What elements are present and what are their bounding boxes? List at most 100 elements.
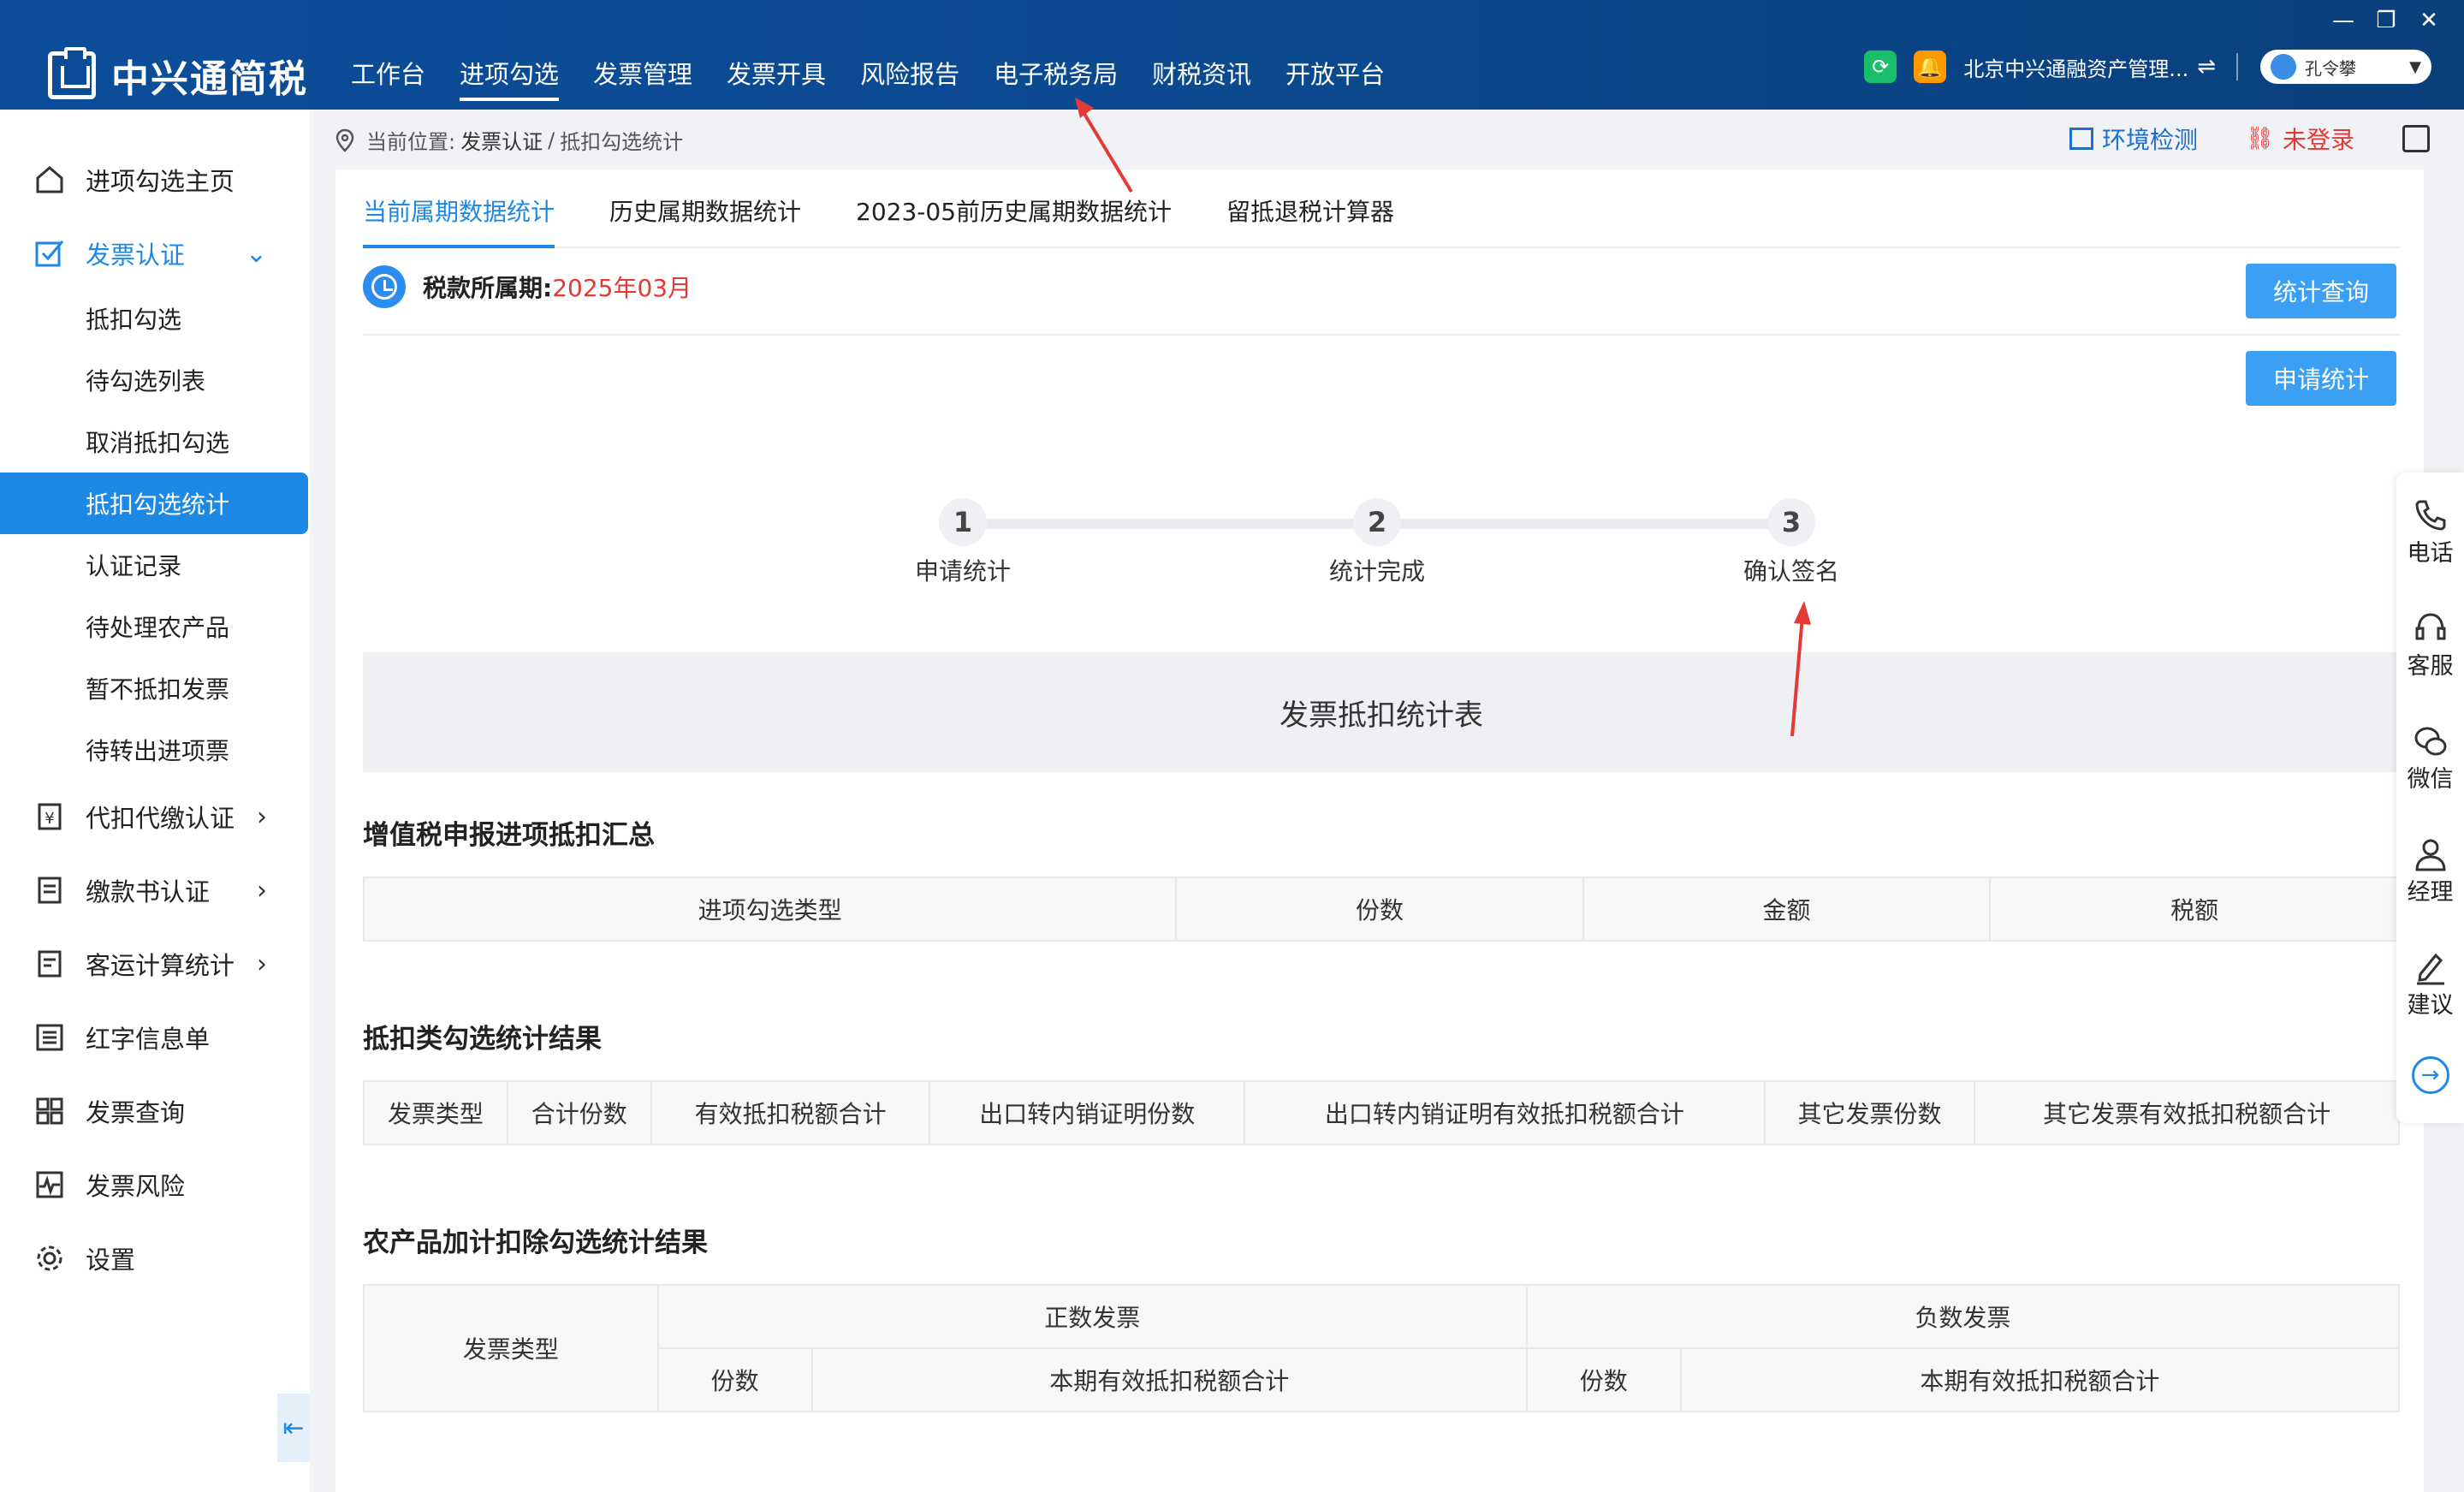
col-header: 有效抵扣税额合计 [650,1080,931,1145]
sidebar-sub-deduct-stats[interactable]: 抵扣勾选统计 [0,473,308,534]
manager-button[interactable]: 经理 [2396,835,2464,906]
chevron-right-icon: › [257,801,267,832]
col-header-negative: 负数发票 [1525,1284,2401,1349]
minimize-button[interactable]: — [2322,5,2365,36]
sidebar-item-label: 发票认证 [86,241,186,270]
clock-icon [363,265,406,308]
apply-stats-button[interactable]: 申请统计 [2246,351,2396,406]
login-status-button[interactable]: ⛓ 未登录 [2246,122,2354,156]
step-connector [971,519,1385,529]
nav-workbench[interactable]: 工作台 [351,55,425,101]
bell-icon[interactable]: 🔔 [1914,51,1947,83]
breadcrumb-link[interactable]: 发票认证 [460,125,543,155]
wechat-label: 微信 [2407,766,2454,793]
stats-query-button[interactable]: 统计查询 [2246,264,2396,318]
chevron-down-icon: ▼ [2409,57,2421,76]
annotation-arrow-icon [1790,601,1811,737]
yuan-doc-icon: ¥ [33,799,67,834]
maximize-button[interactable]: ❐ [2365,5,2408,36]
col-header: 本期有效抵扣税额合计 [1679,1347,2401,1412]
tax-period-value[interactable]: 2025年03月 [552,270,692,304]
sidebar-item-invoice-query[interactable]: 发票查询 [0,1080,310,1142]
refresh-icon[interactable]: ⟳ [1864,51,1897,83]
customer-service-label: 客服 [2407,653,2454,680]
sidebar-item-label: 客运计算统计 [86,951,235,980]
monitor-icon [2069,128,2093,150]
sidebar-sub-auth-records[interactable]: 认证记录 [0,534,308,596]
fullscreen-icon[interactable] [2402,125,2430,152]
checkbox-icon [33,236,67,270]
switch-company-icon[interactable]: ⇌ [2197,54,2216,80]
sidebar-item-settings[interactable]: 设置 [0,1227,310,1289]
customer-service-button[interactable]: 客服 [2396,609,2464,681]
chevron-down-icon: ⌄ [245,238,267,269]
suggestion-button[interactable]: 建议 [2396,948,2464,1019]
sidebar-sub-cancel-deduct[interactable]: 取消抵扣勾选 [0,411,308,473]
tab-current-period[interactable]: 当前属期数据统计 [363,169,555,248]
sidebar-item-home[interactable]: 进项勾选主页 [0,149,310,211]
col-header: 金额 [1582,877,1992,942]
phone-icon [2414,500,2445,531]
col-header: 份数 [1175,877,1584,942]
sidebar-sub-defer-deduct[interactable]: 暂不抵扣发票 [0,657,308,719]
col-header: 税额 [1989,877,2400,942]
env-check-button[interactable]: 环境检测 [2069,122,2198,156]
breadcrumb: 当前位置: 发票认证 / 抵扣勾选统计 [335,125,688,155]
sidebar-sub-pending-transfer[interactable]: 待转出进项票 [0,719,308,781]
doc-icon [33,947,67,981]
tab-history-period[interactable]: 历史属期数据统计 [609,169,801,248]
headset-icon [2415,613,2445,640]
gear-icon [33,1241,67,1275]
sidebar-sub-agri-products[interactable]: 待处理农产品 [0,596,308,657]
nav-invoice-issue[interactable]: 发票开具 [727,55,826,101]
suggestion-label: 建议 [2407,992,2454,1019]
sidebar-item-passenger-stats[interactable]: 客运计算统计 › [0,933,310,995]
sidebar-item-label: 发票查询 [86,1098,186,1127]
nav-input-select[interactable]: 进项勾选 [460,55,560,101]
home-icon [33,163,67,197]
col-header: 其它发票份数 [1763,1080,1976,1145]
location-icon [335,128,354,152]
company-name[interactable]: 北京中兴通融资产管理... [1963,52,2188,82]
sidebar-item-label: 代扣代缴认证 [86,804,235,833]
wechat-icon [2414,727,2446,756]
sidebar-item-payment-book[interactable]: 缴款书认证 › [0,859,310,921]
svg-text:¥: ¥ [45,810,54,828]
user-menu[interactable]: 孔令攀 ▼ [2260,50,2431,84]
nav-risk-report[interactable]: 风险报告 [860,55,959,101]
nav-invoice-manage[interactable]: 发票管理 [593,55,692,101]
expand-bar-button[interactable]: → [2396,1056,2464,1094]
collapse-sidebar-icon[interactable]: ⇤ [277,1394,310,1462]
window-controls: — ❐ ✕ [2322,5,2450,36]
nav-tax-news[interactable]: 财税资讯 [1152,55,1251,101]
divider [363,334,2400,336]
sidebar-item-label: 发票风险 [86,1172,186,1201]
deduct-result-table: 发票类型 合计份数 有效抵扣税额合计 出口转内销证明份数 出口转内销证明有效抵扣… [363,1080,2400,1145]
sidebar-item-withholding[interactable]: ¥ 代扣代缴认证 › [0,786,310,847]
nav-open-platform[interactable]: 开放平台 [1285,55,1385,101]
app-title: 中兴通简税 [111,57,308,101]
header-actions: 环境检测 ⛓ 未登录 [2069,122,2430,156]
sidebar-sub-deduct-select[interactable]: 抵扣勾选 [0,288,308,349]
grid-icon [33,1094,67,1128]
top-bar: — ❐ ✕ 中兴通简税 工作台 进项勾选 发票管理 发票开具 风险报告 电子税务… [0,0,2464,110]
sidebar-sub-pending-list[interactable]: 待勾选列表 [0,349,308,411]
pulse-icon [33,1168,67,1202]
col-header: 发票类型 [363,1284,659,1412]
arrow-right-icon: → [2411,1056,2449,1094]
step-3-circle: 3 [1767,498,1815,546]
close-button[interactable]: ✕ [2408,5,2450,36]
sidebar-item-invoice-risk[interactable]: 发票风险 [0,1154,310,1216]
wechat-button[interactable]: 微信 [2396,722,2464,794]
sidebar: 进项勾选主页 发票认证 ⌄ 抵扣勾选 待勾选列表 取消抵扣勾选 抵扣勾选统计 认… [0,110,310,1492]
col-header: 份数 [656,1347,813,1412]
login-status-label: 未登录 [2282,126,2354,154]
sidebar-item-invoice-auth[interactable]: 发票认证 ⌄ [0,223,310,284]
sidebar-item-red-info[interactable]: 红字信息单 [0,1007,310,1068]
avatar [2271,54,2296,80]
chevron-right-icon: › [257,875,267,906]
tab-refund-calculator[interactable]: 留抵退税计算器 [1226,169,1394,248]
phone-button[interactable]: 电话 [2396,496,2464,568]
chevron-right-icon: › [257,948,267,979]
stats-table-title: 发票抵扣统计表 [363,652,2400,772]
